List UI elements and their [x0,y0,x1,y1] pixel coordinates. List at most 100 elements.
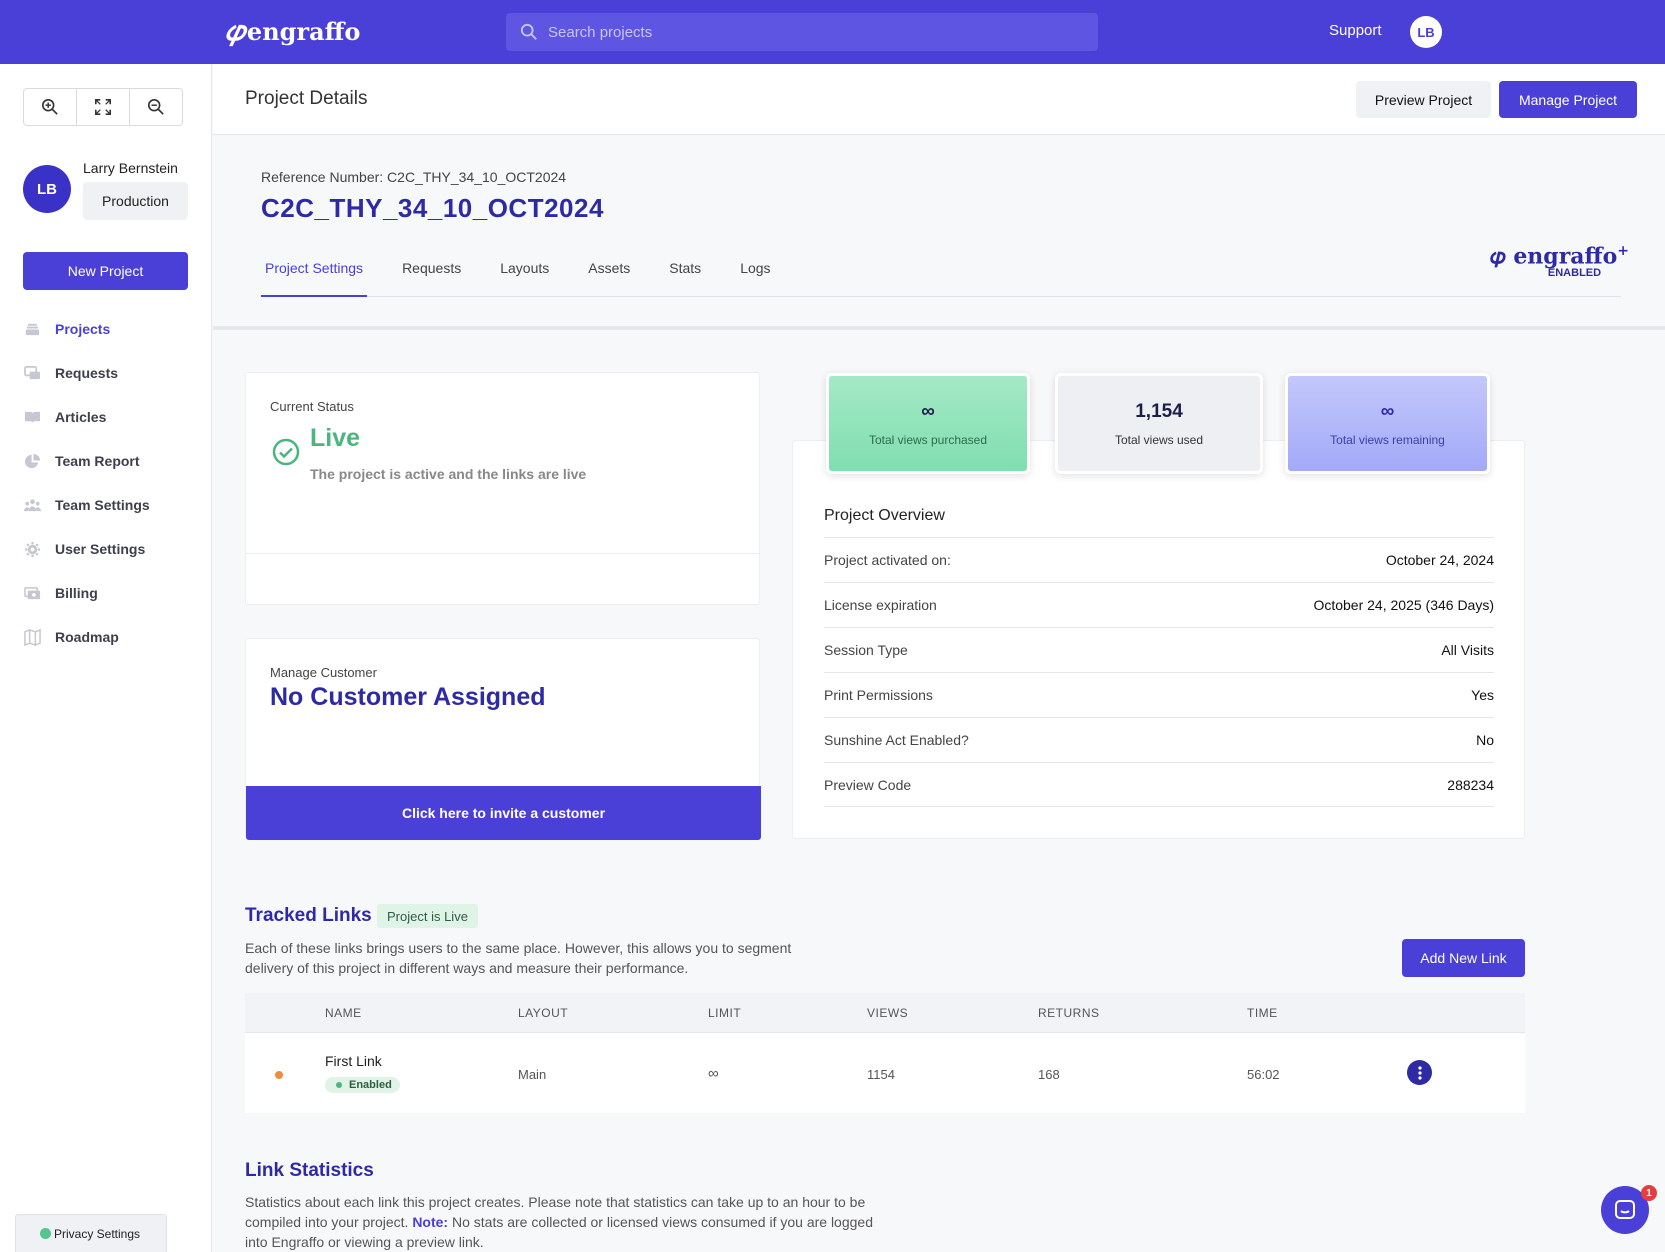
sidebar-item-articles[interactable]: Articles [23,395,150,439]
table-header: NAME LAYOUT LIMIT VIEWS RETURNS TIME [245,993,1525,1033]
zoom-in-icon [41,98,58,115]
account-avatar[interactable]: LB [1410,16,1442,48]
fit-screen-button[interactable] [77,89,130,125]
chat-notification-badge: 1 [1641,1185,1657,1201]
brand-name: engraffo [246,16,361,46]
brand-plus-name: engraffo [1513,243,1618,270]
top-bar: 𝜑 engraffo Support LB [0,0,1665,64]
sidebar-item-requests[interactable]: Requests [23,351,150,395]
tracked-links-description: Each of these links brings users to the … [245,940,792,976]
overview-row: License expiration October 24, 2025 (346 … [824,582,1494,627]
total-views-purchased-tile: ∞ Total views purchased [826,373,1030,474]
link-limit: ∞ [708,1065,719,1082]
search-input[interactable] [548,23,1068,41]
customer-value: No Customer Assigned [270,683,546,711]
projects-icon [25,323,39,335]
link-statistics-title: Link Statistics [245,1160,374,1181]
team-settings-icon [23,498,41,511]
preview-project-button[interactable]: Preview Project [1356,81,1491,118]
tab-requests[interactable]: Requests [398,257,465,297]
column-header-limit[interactable]: LIMIT [708,1006,741,1020]
sidebar-item-label: Roadmap [55,629,119,645]
sidebar: LB Larry Bernstein Production New Projec… [0,64,212,1252]
invite-customer-button[interactable]: Click here to invite a customer [246,786,761,840]
brand-plus-mark: 𝜑 [1490,243,1514,270]
brand-logo[interactable]: 𝜑 engraffo [225,14,360,48]
overview-key: Project activated on: [824,552,951,568]
roadmap-icon [23,628,41,646]
sidebar-item-user-settings[interactable]: User Settings [23,527,150,571]
tab-project-settings[interactable]: Project Settings [261,257,368,297]
articles-icon [24,411,40,423]
user-avatar[interactable]: LB [23,165,71,213]
overview-value: All Visits [1441,642,1494,658]
page-header: Project Details Preview Project Manage P… [213,64,1665,135]
link-time: 56:02 [1247,1067,1280,1082]
support-link[interactable]: Support [1329,22,1382,39]
add-new-link-button[interactable]: Add New Link [1402,939,1525,977]
overview-key: License expiration [824,597,937,613]
overview-key: Session Type [824,642,908,658]
row-actions-button[interactable] [1407,1060,1432,1085]
current-status-card: Current Status Live The project is activ… [245,372,760,605]
search-bar[interactable] [506,13,1098,51]
total-views-remaining-tile: ∞ Total views remaining [1285,373,1490,474]
sidebar-nav: Projects Requests Articles Team Report T… [23,307,150,659]
overview-value: October 24, 2025 (346 Days) [1313,597,1494,613]
sidebar-item-label: Billing [55,585,98,601]
card-divider [246,553,759,554]
tab-logs[interactable]: Logs [736,257,774,297]
project-reference-title: C2C_THY_34_10_OCT2024 [261,193,604,223]
sidebar-item-label: Articles [55,409,107,425]
tab-layouts[interactable]: Layouts [496,257,553,297]
overview-value: 288234 [1447,776,1494,793]
tracked-links-table: NAME LAYOUT LIMIT VIEWS RETURNS TIME Fir… [245,993,1525,1113]
sidebar-item-label: Requests [55,365,119,381]
column-header-layout[interactable]: LAYOUT [518,1006,568,1020]
team-report-icon [24,453,40,468]
sidebar-item-team-report[interactable]: Team Report [23,439,150,483]
reference-number-label: Reference Number: C2C_THY_34_10_OCT2024 [261,169,567,185]
status-description: The project is active and the links are … [310,466,587,482]
overview-value: October 24, 2024 [1385,552,1494,568]
metric-value: 1,154 [1135,400,1183,422]
sidebar-item-team-settings[interactable]: Team Settings [23,483,150,527]
project-tabs: Project Settings Requests Layouts Assets… [261,257,1621,297]
column-header-returns[interactable]: RETURNS [1038,1006,1100,1020]
table-row[interactable]: First Link Enabled Main ∞ 1154 168 56:02 [245,1033,1525,1113]
environment-badge[interactable]: Production [83,182,188,220]
link-statistics-description: Statistics about each link this project … [245,1192,895,1252]
column-header-time[interactable]: TIME [1247,1006,1278,1020]
sidebar-item-projects[interactable]: Projects [23,307,150,351]
sidebar-item-billing[interactable]: Billing [23,571,150,615]
zoom-out-button[interactable] [130,89,182,125]
engraffo-plus-logo: 𝜑 engraffo+ [1490,243,1629,269]
project-live-badge: Project is Live [377,904,478,928]
more-vertical-icon [1417,1065,1422,1080]
requests-icon [23,365,40,379]
row-indicator-dot [275,1071,283,1079]
sidebar-item-label: Team Settings [55,497,150,513]
zoom-in-button[interactable] [24,89,77,125]
engraffo-plus-badge: 𝜑 engraffo+ ENABLED [1490,243,1629,279]
zoom-controls [23,88,183,126]
link-status-badge: Enabled [325,1077,400,1093]
column-header-name[interactable]: NAME [325,1006,362,1020]
sidebar-item-roadmap[interactable]: Roadmap [23,615,150,659]
manage-project-button[interactable]: Manage Project [1499,81,1637,118]
tab-assets[interactable]: Assets [584,257,634,297]
link-name[interactable]: First Link [325,1053,382,1069]
project-overview-card: Project Overview Project activated on: Oc… [792,440,1525,839]
column-header-views[interactable]: VIEWS [867,1006,908,1020]
tab-stats[interactable]: Stats [665,257,705,297]
overview-key: Print Permissions [824,687,933,703]
metric-label: Total views used [1114,432,1204,447]
overview-row: Sunshine Act Enabled? No [824,717,1494,762]
link-views: 1154 [867,1067,895,1082]
sidebar-item-label: Team Report [55,453,140,469]
privacy-settings-button[interactable]: Privacy Settings [15,1214,167,1252]
chat-icon [1615,1200,1635,1219]
brand-logo-mark: 𝜑 [225,14,245,47]
new-project-button[interactable]: New Project [23,252,188,290]
manage-customer-label: Manage Customer [270,665,377,680]
